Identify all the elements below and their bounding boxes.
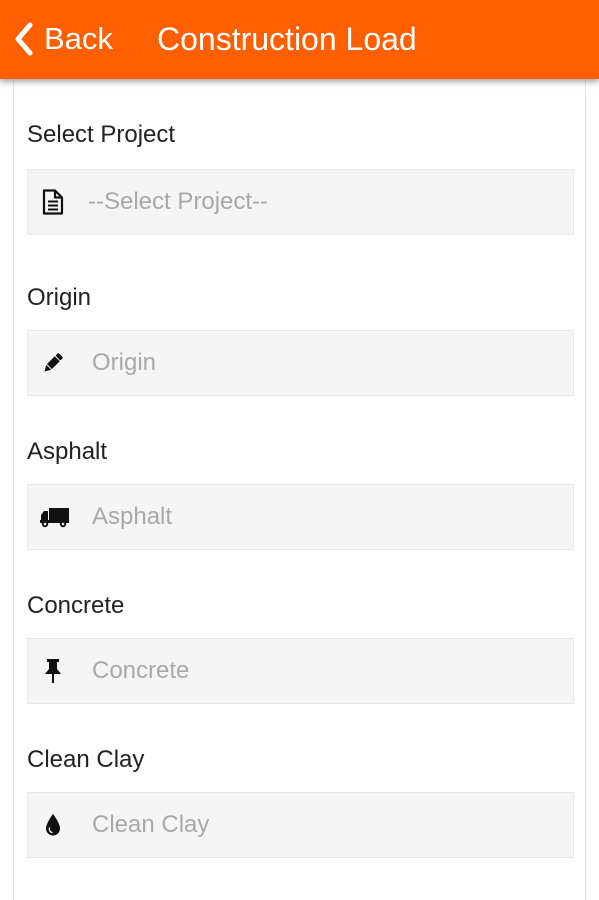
- back-button[interactable]: Back: [14, 16, 113, 62]
- chevron-left-icon: [14, 22, 34, 56]
- truck-icon: [40, 504, 70, 530]
- asphalt-placeholder: Asphalt: [92, 503, 173, 530]
- origin-placeholder: Origin: [92, 349, 157, 376]
- select-project-placeholder: --Select Project--: [88, 188, 269, 215]
- page-title: Construction Load: [157, 21, 417, 57]
- field-clean-clay: Clean Clay Clean Clay: [27, 745, 574, 858]
- field-label-clean-clay: Clean Clay: [27, 746, 145, 773]
- clean-clay-input[interactable]: Clean Clay: [27, 792, 574, 858]
- header-bar: Back Construction Load: [0, 0, 599, 79]
- clean-clay-placeholder: Clean Clay: [92, 811, 210, 838]
- select-project-dropdown[interactable]: --Select Project--: [27, 169, 574, 235]
- field-asphalt: Asphalt Asphalt: [27, 437, 574, 550]
- field-select-project: Select Project --Select Project--: [27, 120, 574, 235]
- asphalt-input[interactable]: Asphalt: [27, 484, 574, 550]
- field-label-select-project: Select Project: [27, 121, 176, 148]
- pencil-icon: [40, 350, 66, 376]
- app-screen: Back Construction Load Select Project --…: [0, 0, 599, 900]
- field-label-origin: Origin: [27, 284, 92, 311]
- field-label-asphalt: Asphalt: [27, 438, 108, 465]
- pushpin-icon: [40, 658, 66, 684]
- back-label: Back: [44, 21, 113, 56]
- concrete-input[interactable]: Concrete: [27, 638, 574, 704]
- origin-input[interactable]: Origin: [27, 330, 574, 396]
- form-container: Select Project --Select Project-- Origin: [13, 79, 586, 900]
- field-label-concrete: Concrete: [27, 592, 125, 619]
- concrete-placeholder: Concrete: [92, 657, 190, 684]
- field-concrete: Concrete Concrete: [27, 591, 574, 704]
- droplet-icon: [40, 812, 66, 838]
- document-icon: [40, 189, 66, 215]
- field-origin: Origin Origin: [27, 283, 574, 396]
